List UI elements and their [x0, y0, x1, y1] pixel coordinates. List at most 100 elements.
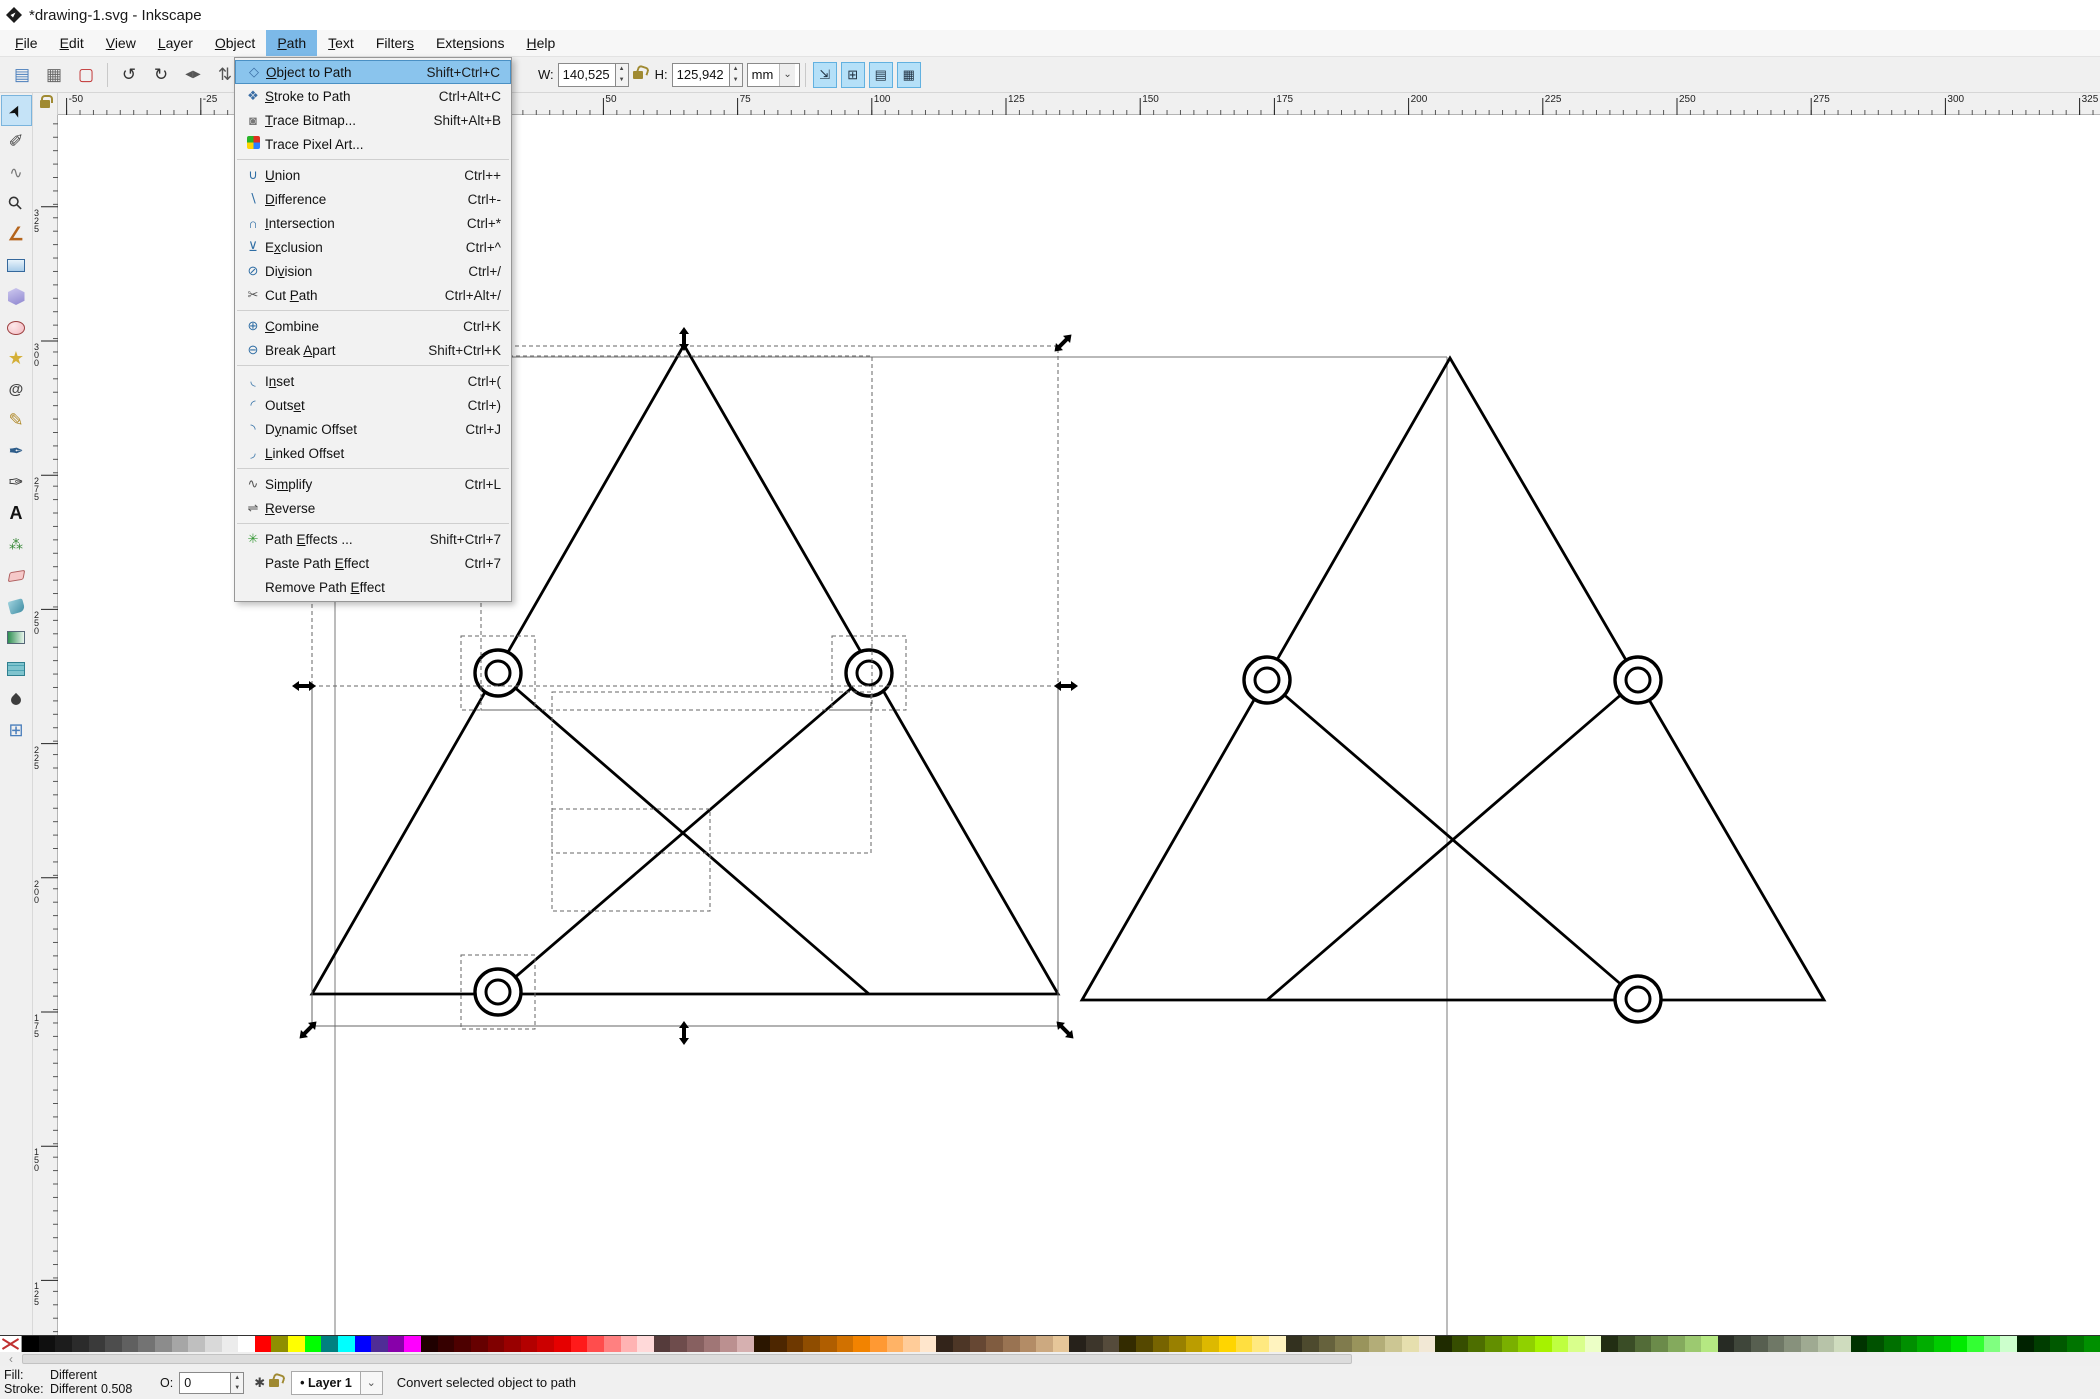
color-swatch[interactable]: [1003, 1336, 1020, 1352]
ruler-corner-lock[interactable]: [33, 93, 58, 115]
move-patterns-toggle[interactable]: ▦: [897, 62, 921, 88]
color-swatch[interactable]: [2000, 1336, 2017, 1352]
palette-scrollbar-thumb[interactable]: [22, 1354, 1352, 1364]
menu-item-cut-path[interactable]: ✂Cut PathCtrl+Alt+/: [235, 283, 511, 307]
color-swatch[interactable]: [1867, 1336, 1884, 1352]
pivot-circle-inner[interactable]: [1626, 987, 1650, 1011]
color-swatch[interactable]: [1219, 1336, 1236, 1352]
color-swatch[interactable]: [222, 1336, 239, 1352]
menu-item-division[interactable]: ⊘DivisionCtrl+/: [235, 259, 511, 283]
menu-item-difference[interactable]: ∖DifferenceCtrl+-: [235, 187, 511, 211]
dropper-tool[interactable]: [1, 684, 32, 715]
color-swatch[interactable]: [1169, 1336, 1186, 1352]
color-swatch[interactable]: [537, 1336, 554, 1352]
menu-help[interactable]: Help: [515, 30, 566, 56]
color-swatch[interactable]: [1801, 1336, 1818, 1352]
color-swatch[interactable]: [1552, 1336, 1569, 1352]
menu-filters[interactable]: Filters: [365, 30, 425, 56]
pivot-circle-inner[interactable]: [1626, 668, 1650, 692]
menu-item-outset[interactable]: ◜OutsetCtrl+): [235, 393, 511, 417]
palette-scroll-left-icon[interactable]: ‹: [0, 1352, 22, 1366]
pivot-circle-inner[interactable]: [486, 661, 510, 685]
ellipse-tool[interactable]: [1, 312, 32, 343]
selection-scale-handle[interactable]: [679, 327, 689, 351]
menu-path[interactable]: Path: [266, 30, 317, 56]
color-swatch[interactable]: [1635, 1336, 1652, 1352]
color-swatch[interactable]: [1335, 1336, 1352, 1352]
menu-extensions[interactable]: Extensions: [425, 30, 516, 56]
color-swatch[interactable]: [637, 1336, 654, 1352]
color-swatch[interactable]: [1917, 1336, 1934, 1352]
color-swatch[interactable]: [970, 1336, 987, 1352]
select-all-layers-button[interactable]: ▦: [39, 60, 69, 90]
box-3d-tool[interactable]: [1, 281, 32, 312]
selection-scale-handle[interactable]: [679, 1021, 689, 1045]
color-swatch[interactable]: [1651, 1336, 1668, 1352]
pivot-circle-inner[interactable]: [486, 980, 510, 1004]
node-editor-tool[interactable]: ✐: [1, 126, 32, 157]
pencil-tool[interactable]: ✎: [1, 405, 32, 436]
color-swatch[interactable]: [438, 1336, 455, 1352]
color-swatch[interactable]: [355, 1336, 372, 1352]
color-swatch[interactable]: [22, 1336, 39, 1352]
color-swatch[interactable]: [2034, 1336, 2051, 1352]
color-swatch[interactable]: [920, 1336, 937, 1352]
color-swatch[interactable]: [404, 1336, 421, 1352]
color-swatch[interactable]: [1485, 1336, 1502, 1352]
color-swatch[interactable]: [1036, 1336, 1053, 1352]
color-swatch[interactable]: [305, 1336, 322, 1352]
bezier-pen-tool[interactable]: ✒: [1, 436, 32, 467]
menu-file[interactable]: File: [4, 30, 49, 56]
color-swatch[interactable]: [1518, 1336, 1535, 1352]
color-swatch[interactable]: [704, 1336, 721, 1352]
layer-chevron-icon[interactable]: ⌄: [361, 1371, 383, 1395]
color-swatch[interactable]: [1369, 1336, 1386, 1352]
opacity-spinbox[interactable]: 0▲▼: [179, 1372, 244, 1394]
color-swatch[interactable]: [2050, 1336, 2067, 1352]
unit-dropdown[interactable]: mm⌄: [747, 63, 800, 87]
color-swatch[interactable]: [1685, 1336, 1702, 1352]
color-swatch[interactable]: [1834, 1336, 1851, 1352]
calligraphy-tool[interactable]: ✑: [1, 467, 32, 498]
color-swatch[interactable]: [670, 1336, 687, 1352]
mesh-tool[interactable]: [1, 653, 32, 684]
color-swatch[interactable]: [255, 1336, 272, 1352]
color-swatch[interactable]: [687, 1336, 704, 1352]
menu-layer[interactable]: Layer: [147, 30, 204, 56]
color-swatch[interactable]: [504, 1336, 521, 1352]
layer-lock-icon[interactable]: [269, 1379, 279, 1387]
menu-item-intersection[interactable]: ∩IntersectionCtrl+*: [235, 211, 511, 235]
color-swatch[interactable]: [1734, 1336, 1751, 1352]
color-swatch[interactable]: [122, 1336, 139, 1352]
gradient-tool[interactable]: [1, 622, 32, 653]
color-swatch[interactable]: [803, 1336, 820, 1352]
menu-item-path-effects[interactable]: ✳Path Effects ...Shift+Ctrl+7: [235, 527, 511, 551]
vertical-ruler[interactable]: 325300275250225200175150125: [33, 115, 58, 1335]
color-swatch[interactable]: [1202, 1336, 1219, 1352]
color-swatch[interactable]: [1951, 1336, 1968, 1352]
color-swatch[interactable]: [1020, 1336, 1037, 1352]
color-swatch[interactable]: [1818, 1336, 1835, 1352]
color-swatch[interactable]: [1601, 1336, 1618, 1352]
color-swatch[interactable]: [2067, 1336, 2084, 1352]
selection-scale-handle[interactable]: [1053, 1018, 1077, 1042]
color-swatch[interactable]: [321, 1336, 338, 1352]
color-swatch[interactable]: [55, 1336, 72, 1352]
color-swatch[interactable]: [1119, 1336, 1136, 1352]
menu-item-dynamic-offset[interactable]: ◝Dynamic OffsetCtrl+J: [235, 417, 511, 441]
color-swatch[interactable]: [1053, 1336, 1070, 1352]
menu-item-combine[interactable]: ⊕CombineCtrl+K: [235, 314, 511, 338]
color-swatch[interactable]: [421, 1336, 438, 1352]
color-swatch[interactable]: [903, 1336, 920, 1352]
color-swatch[interactable]: [1502, 1336, 1519, 1352]
paint-bucket-tool[interactable]: [1, 591, 32, 622]
color-swatch[interactable]: [1851, 1336, 1868, 1352]
color-swatch[interactable]: [720, 1336, 737, 1352]
color-swatch[interactable]: [72, 1336, 89, 1352]
layer-visibility-eye-icon[interactable]: ✱: [254, 1375, 265, 1391]
color-swatch[interactable]: [1618, 1336, 1635, 1352]
flip-horizontal-button[interactable]: ◀▶: [178, 60, 208, 90]
color-swatch[interactable]: [554, 1336, 571, 1352]
color-swatch[interactable]: [271, 1336, 288, 1352]
menu-item-break-apart[interactable]: ⊖Break ApartShift+Ctrl+K: [235, 338, 511, 362]
